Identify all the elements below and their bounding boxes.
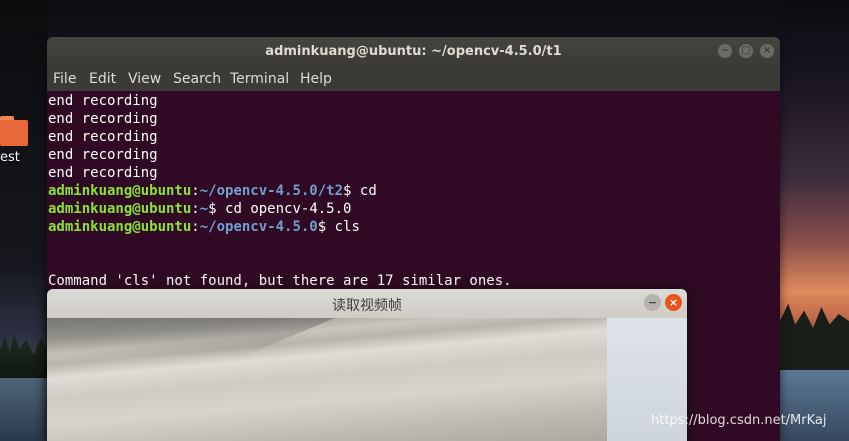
prompt-user: adminkuang@ubuntu [48,183,192,199]
terminal-titlebar[interactable]: adminkuang@ubuntu: ~/opencv-4.5.0/t1 − □… [47,37,780,67]
prompt-command: $ cls [317,219,360,235]
maximize-button[interactable]: □ [739,44,753,58]
video-frame-window[interactable]: 读取视频帧 − × [47,289,687,441]
watermark-text: https://blog.csdn.net/MrKaj [651,413,827,428]
menu-help[interactable]: Help [300,71,332,87]
folder-body [0,120,28,146]
output-line: end recording [48,111,158,127]
minimize-button[interactable]: − [718,44,732,58]
terminal-menubar: File Edit View Search Terminal Help [47,67,780,91]
video-window-titlebar[interactable]: 读取视频帧 − × [47,289,687,318]
prompt-line: adminkuang@ubuntu:~$ cd opencv-4.5.0 [48,200,351,218]
output-line: end recording [48,147,158,163]
prompt-user: adminkuang@ubuntu [48,201,192,217]
menu-view[interactable]: View [128,71,161,87]
desktop-folder-label[interactable]: est [0,150,20,165]
menu-terminal[interactable]: Terminal [230,71,289,87]
desktop-folder-icon[interactable] [0,112,28,146]
maximize-icon: □ [741,45,751,56]
minimize-icon: − [647,296,658,309]
menu-edit[interactable]: Edit [89,71,116,87]
close-icon: × [762,45,772,56]
lake-water [0,378,48,441]
prompt-separator: : [191,219,200,235]
video-close-button[interactable]: × [665,294,682,311]
output-line: Command 'cls' not found, but there are 1… [48,273,512,289]
minimize-icon: − [720,45,730,56]
close-button[interactable]: × [760,44,774,58]
output-line: end recording [48,165,158,181]
close-icon: × [668,296,679,309]
prompt-separator: : [191,183,200,199]
video-window-title: 读取视频帧 [332,298,402,314]
prompt-separator: : [191,201,200,217]
prompt-command: $ cd [343,183,377,199]
prompt-path: ~/opencv-4.5.0/t2 [199,183,344,199]
output-line: end recording [48,93,158,109]
video-minimize-button[interactable]: − [644,294,661,311]
menu-search[interactable]: Search [173,71,221,87]
lake-water-right [780,370,849,441]
prompt-path: ~ [199,201,209,217]
prompt-command: $ cd opencv-4.5.0 [208,201,352,217]
terminal-title: adminkuang@ubuntu: ~/opencv-4.5.0/t1 [265,44,562,59]
output-line: end recording [48,129,158,145]
prompt-line: adminkuang@ubuntu:~/opencv-4.5.0$ cls [48,218,360,236]
menu-file[interactable]: File [53,71,76,87]
prompt-path: ~/opencv-4.5.0 [199,219,318,235]
prompt-line: adminkuang@ubuntu:~/opencv-4.5.0/t2$ cd [48,182,377,200]
prompt-user: adminkuang@ubuntu [48,219,192,235]
